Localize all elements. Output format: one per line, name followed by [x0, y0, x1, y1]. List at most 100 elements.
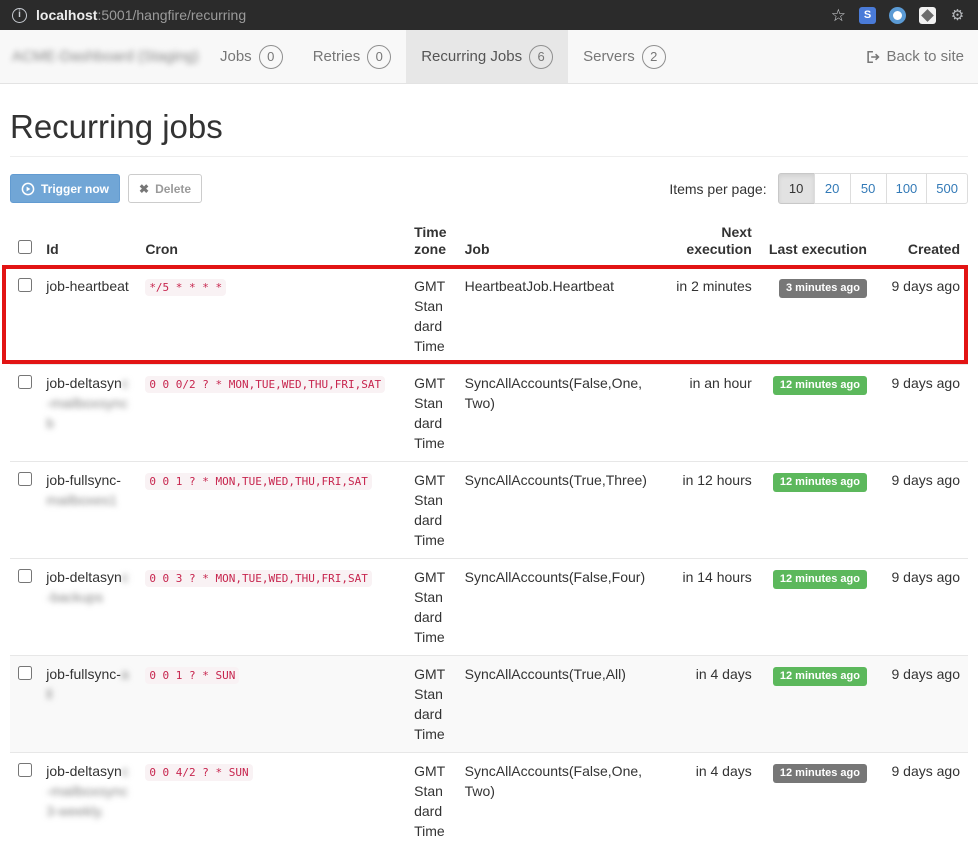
tab-retries-label: Retries: [313, 48, 361, 65]
browser-toolbar-icons: ☆ S ⚙: [831, 7, 966, 24]
job-id-cell: job-deltasync-backups: [38, 559, 137, 656]
page-size-100[interactable]: 100: [886, 173, 928, 204]
bookmark-star-icon[interactable]: ☆: [831, 7, 846, 24]
tab-jobs-count: 0: [259, 45, 283, 69]
page-size-500[interactable]: 500: [926, 173, 968, 204]
last-execution-cell: 12 minutes ago: [760, 365, 875, 462]
last-execution-cell: 12 minutes ago: [760, 656, 875, 753]
job-id: job-fullsync-: [46, 472, 121, 488]
page-size-20[interactable]: 20: [814, 173, 851, 204]
next-execution-cell: in 2 minutes: [657, 267, 760, 365]
last-execution-cell: 12 minutes ago: [760, 753, 875, 850]
last-execution-badge[interactable]: 12 minutes ago: [773, 570, 867, 589]
page-size-group: 10 20 50 100 500: [779, 173, 968, 204]
last-execution-badge[interactable]: 12 minutes ago: [773, 473, 867, 492]
tab-retries[interactable]: Retries 0: [298, 30, 407, 83]
table-row: job-deltasync-backups 0 0 3 ? * MON,TUE,…: [10, 559, 968, 656]
extension-icon[interactable]: S: [859, 7, 876, 24]
trigger-now-label: Trigger now: [41, 182, 109, 196]
hangfire-navbar: ACME-Dashboard (Staging) Jobs 0 Retries …: [0, 30, 978, 84]
timezone-cell: GMT Standard Time: [406, 365, 457, 462]
last-execution-badge[interactable]: 12 minutes ago: [773, 764, 867, 783]
cron-expression: 0 0 1 ? * MON,TUE,WED,THU,FRI,SAT: [145, 473, 372, 490]
page-size-10[interactable]: 10: [778, 173, 815, 204]
row-checkbox[interactable]: [18, 763, 32, 777]
row-checkbox[interactable]: [18, 666, 32, 680]
table-row: job-fullsync-mailboxes1 0 0 1 ? * MON,TU…: [10, 462, 968, 559]
job-cell: HeartbeatJob.Heartbeat: [457, 267, 657, 365]
job-id-cell: job-deltasync-mailboxsync b: [38, 365, 137, 462]
table-header-row: Id Cron Time zone Job Next execution Las…: [10, 220, 968, 267]
url-host: localhost: [36, 7, 97, 23]
timezone-cell: GMT Standard Time: [406, 559, 457, 656]
recurring-jobs-table: Id Cron Time zone Job Next execution Las…: [10, 220, 968, 849]
created-cell: 9 days ago: [875, 753, 968, 850]
cron-expression: 0 0 4/2 ? * SUN: [145, 764, 252, 781]
page-size-50[interactable]: 50: [850, 173, 887, 204]
row-checkbox[interactable]: [18, 375, 32, 389]
header-timezone: Time zone: [406, 220, 457, 267]
site-info-icon[interactable]: i: [12, 8, 27, 23]
table-row: job-heartbeat */5 * * * * GMT Standard T…: [10, 267, 968, 365]
last-execution-cell: 3 minutes ago: [760, 267, 875, 365]
tab-recurring-jobs-label: Recurring Jobs: [421, 48, 522, 65]
header-next-execution: Next execution: [657, 220, 760, 267]
job-cell: SyncAllAccounts(True,Three): [457, 462, 657, 559]
created-cell: 9 days ago: [875, 365, 968, 462]
play-circle-icon: [21, 182, 35, 196]
last-execution-badge[interactable]: 12 minutes ago: [773, 376, 867, 395]
next-execution-cell: in 14 hours: [657, 559, 760, 656]
last-execution-badge[interactable]: 3 minutes ago: [779, 279, 867, 298]
job-id-cell: job-heartbeat: [38, 267, 137, 365]
page-title: Recurring jobs: [10, 108, 968, 146]
job-cell: SyncAllAccounts(True,All): [457, 656, 657, 753]
job-id: job-deltasyn: [46, 375, 122, 391]
next-execution-cell: in 4 days: [657, 656, 760, 753]
tab-recurring-jobs-count: 6: [529, 45, 553, 69]
browser-url-bar: i localhost:5001/hangfire/recurring ☆ S …: [0, 0, 978, 30]
created-cell: 9 days ago: [875, 559, 968, 656]
created-cell: 9 days ago: [875, 267, 968, 365]
trigger-now-button[interactable]: Trigger now: [10, 174, 120, 203]
back-to-site-link[interactable]: Back to site: [851, 30, 978, 83]
log-out-icon: [865, 50, 880, 64]
cron-expression: */5 * * * *: [145, 279, 226, 296]
settings-gear-icon[interactable]: ⚙: [949, 7, 966, 24]
select-all-checkbox[interactable]: [18, 240, 32, 254]
timezone-cell: GMT Standard Time: [406, 462, 457, 559]
tab-retries-count: 0: [367, 45, 391, 69]
header-created: Created: [875, 220, 968, 267]
cron-cell: 0 0 3 ? * MON,TUE,WED,THU,FRI,SAT: [137, 559, 406, 656]
row-checkbox[interactable]: [18, 278, 32, 292]
extension-cube-icon[interactable]: [919, 7, 936, 24]
last-execution-badge[interactable]: 12 minutes ago: [773, 667, 867, 686]
tab-jobs-label: Jobs: [220, 48, 252, 65]
job-cell: SyncAllAccounts(False,Four): [457, 559, 657, 656]
header-cron: Cron: [137, 220, 406, 267]
last-execution-cell: 12 minutes ago: [760, 462, 875, 559]
next-execution-cell: in 4 days: [657, 753, 760, 850]
cron-cell: 0 0 1 ? * MON,TUE,WED,THU,FRI,SAT: [137, 462, 406, 559]
tab-servers[interactable]: Servers 2: [568, 30, 681, 83]
tab-servers-label: Servers: [583, 48, 635, 65]
tab-jobs[interactable]: Jobs 0: [205, 30, 298, 83]
address-bar[interactable]: localhost:5001/hangfire/recurring: [36, 7, 246, 23]
job-id: job-deltasyn: [46, 569, 122, 585]
header-last-execution: Last execution: [760, 220, 875, 267]
tab-recurring-jobs[interactable]: Recurring Jobs 6: [406, 30, 568, 83]
job-id-cell: job-fullsync-all: [38, 656, 137, 753]
cube-glyph: [921, 9, 934, 22]
timezone-cell: GMT Standard Time: [406, 753, 457, 850]
job-cell: SyncAllAccounts(False,One, Two): [457, 365, 657, 462]
row-checkbox[interactable]: [18, 569, 32, 583]
created-cell: 9 days ago: [875, 656, 968, 753]
delete-button[interactable]: ✖ Delete: [128, 174, 202, 203]
items-per-page: Items per page: 10 20 50 100 500: [669, 173, 968, 204]
last-execution-cell: 12 minutes ago: [760, 559, 875, 656]
row-checkbox[interactable]: [18, 472, 32, 486]
job-id-redacted: mailboxes1: [46, 492, 117, 508]
job-cell: SyncAllAccounts(False,One, Two): [457, 753, 657, 850]
navbar-brand[interactable]: ACME-Dashboard (Staging): [0, 30, 205, 83]
header-job: Job: [457, 220, 657, 267]
extension-browser-icon[interactable]: [889, 7, 906, 24]
